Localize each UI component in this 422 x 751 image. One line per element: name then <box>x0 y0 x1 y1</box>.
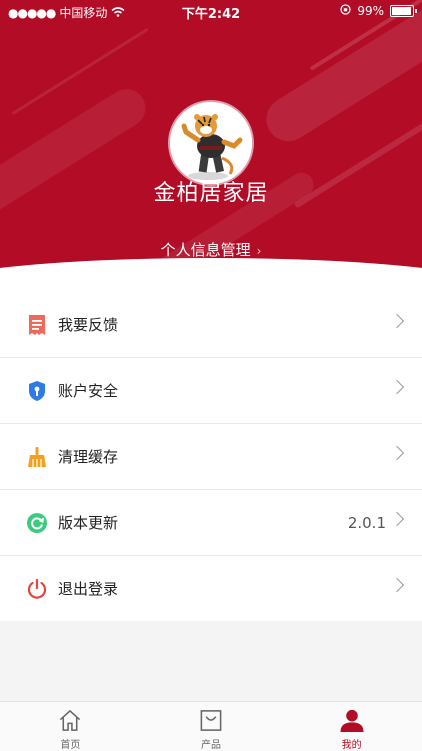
user-icon <box>340 709 364 733</box>
settings-list: 我要反馈 账户安全 清理缓存 版本更新 2.0.1 退出登录 <box>0 292 422 621</box>
chevron-right-icon <box>389 313 405 329</box>
header-decoration <box>258 0 422 150</box>
tab-products[interactable]: 产品 <box>141 702 282 751</box>
menu-item-label: 账户安全 <box>58 382 119 400</box>
avatar[interactable] <box>170 102 252 184</box>
battery-percent: 99% <box>357 4 384 18</box>
menu-item-label: 版本更新 <box>58 514 119 532</box>
refresh-icon <box>26 512 48 534</box>
header-curve <box>0 258 422 292</box>
orientation-lock-icon <box>340 4 351 18</box>
chevron-right-icon <box>389 379 405 395</box>
menu-item-logout[interactable]: 退出登录 <box>0 556 422 621</box>
battery-icon <box>390 5 417 17</box>
personal-info-label: 个人信息管理 <box>160 241 251 259</box>
shield-lock-icon <box>26 380 48 402</box>
version-number: 2.0.1 <box>347 513 386 532</box>
menu-item-account-security[interactable]: 账户安全 <box>0 358 422 424</box>
tab-bar: 首页 产品 我的 <box>0 701 422 751</box>
status-bar: ●●●●● 中国移动 下午2:42 99% <box>0 0 422 22</box>
feedback-icon <box>26 314 48 336</box>
menu-item-label: 我要反馈 <box>58 316 119 334</box>
power-icon <box>26 578 48 600</box>
menu-item-label: 清理缓存 <box>58 448 119 466</box>
profile-name: 金柏居家居 <box>153 181 269 206</box>
tab-home[interactable]: 首页 <box>0 702 141 751</box>
chevron-right-icon: › <box>256 244 262 258</box>
chevron-right-icon <box>389 445 405 461</box>
chevron-right-icon <box>389 511 405 527</box>
menu-item-version-update[interactable]: 版本更新 2.0.1 <box>0 490 422 556</box>
tab-label: 我的 <box>341 740 362 751</box>
home-icon <box>60 709 81 731</box>
tab-label: 首页 <box>60 740 81 751</box>
tab-mine[interactable]: 我的 <box>281 702 422 751</box>
tiger-avatar-icon <box>170 102 252 184</box>
menu-item-clear-cache[interactable]: 清理缓存 <box>0 424 422 490</box>
broom-icon <box>26 446 48 468</box>
status-right: 99% <box>340 4 417 18</box>
personal-info-link[interactable]: 个人信息管理 › <box>0 239 422 260</box>
chevron-right-icon <box>389 577 405 593</box>
menu-item-label: 退出登录 <box>58 580 119 598</box>
tab-label: 产品 <box>201 740 221 751</box>
shopping-bag-icon <box>200 710 222 731</box>
menu-item-feedback[interactable]: 我要反馈 <box>0 292 422 358</box>
